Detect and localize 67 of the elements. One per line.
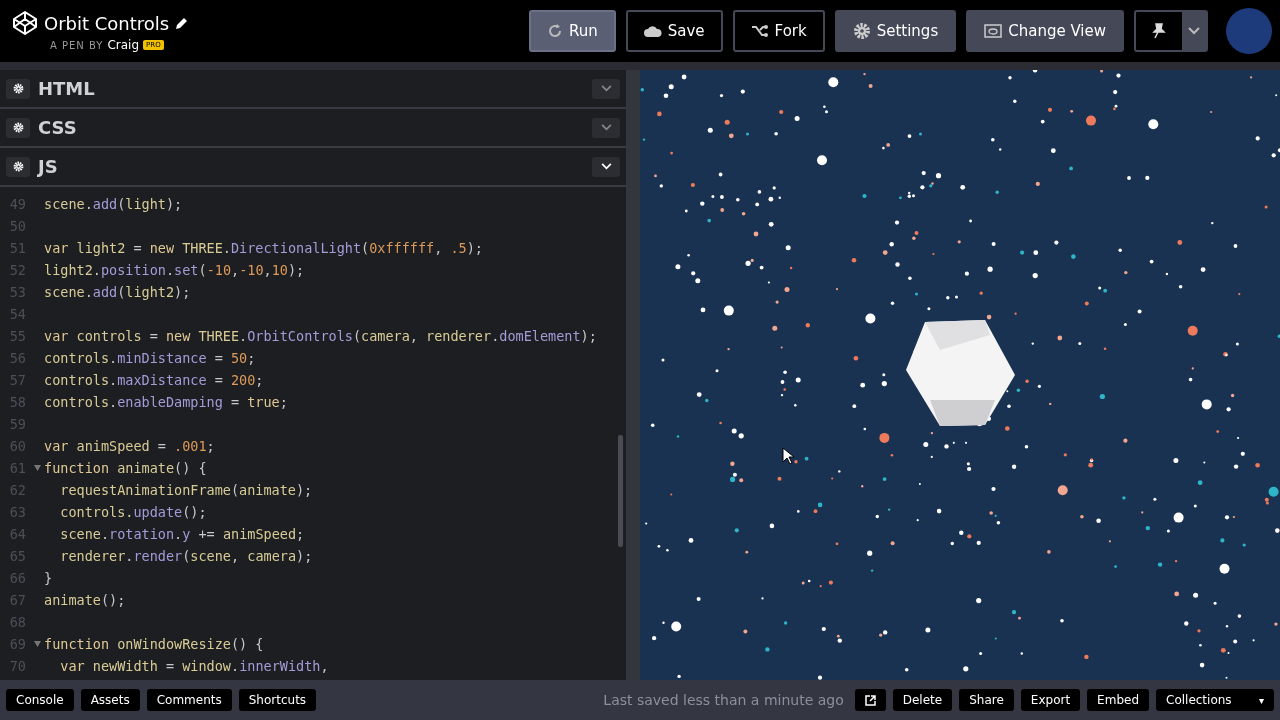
panel-settings-button[interactable] — [6, 78, 30, 99]
collapse-button[interactable] — [592, 156, 620, 177]
byline: A PEN BY — [50, 39, 104, 51]
code-line: controls.maxDistance = 200; — [44, 372, 264, 388]
footer-button[interactable]: Shortcuts — [238, 689, 317, 711]
footer-button[interactable]: Delete — [892, 689, 953, 711]
panel-title: HTML — [38, 78, 96, 99]
code-line: var newWidth = window.innerWidth, — [59, 658, 329, 674]
code-line: controls.enableDamping = true; — [44, 394, 288, 410]
panel-title: CSS — [38, 117, 78, 138]
collections-dropdown[interactable]: Collections ▾ — [1156, 689, 1274, 711]
footer-button[interactable]: Console — [6, 689, 74, 711]
code-line: var light2 = new THREE.DirectionalLight(0xffffff, .5); — [44, 240, 483, 256]
code-line: renderer.render(scene, camera); — [59, 548, 313, 564]
resize-handle[interactable] — [626, 70, 640, 680]
settings-icon — [12, 161, 24, 172]
scrollbar-thumb[interactable] — [618, 435, 623, 547]
cloud-icon — [643, 25, 662, 37]
code-line: var controls = new THREE.OrbitControls(camera, renderer.domElement); — [44, 328, 597, 344]
fork-icon — [750, 24, 769, 38]
code-line: } — [44, 570, 53, 586]
settings-icon — [12, 122, 24, 133]
pencil-icon[interactable] — [175, 16, 189, 30]
panel-settings-button[interactable] — [6, 156, 30, 177]
footer-button[interactable]: Assets — [80, 689, 140, 711]
refresh-icon — [546, 23, 563, 39]
pen-title: Orbit Controls — [44, 12, 170, 34]
chevron-down-icon — [600, 163, 612, 170]
run-button[interactable]: Run — [528, 10, 616, 52]
chevron-down-icon — [1188, 27, 1200, 35]
code-line: animate(); — [44, 592, 126, 608]
panel-title: JS — [38, 156, 59, 177]
pin-button[interactable] — [1136, 12, 1182, 50]
footer-button[interactable]: Comments — [146, 689, 232, 711]
code-line: controls.update(); — [59, 504, 207, 520]
panel-settings-button[interactable] — [6, 117, 30, 138]
code-line: requestAnimationFrame(animate); — [59, 482, 313, 498]
footer-button[interactable]: Export — [1020, 689, 1081, 711]
fold-arrow-icon[interactable] — [33, 465, 41, 471]
external-link-button[interactable] — [854, 689, 886, 711]
code-line: scene.add(light); — [44, 196, 183, 212]
author-link[interactable]: Craig — [107, 38, 140, 52]
settings-icon — [852, 22, 871, 40]
window-eye-icon — [984, 24, 1003, 38]
code-line: scene.rotation.y += animSpeed; — [59, 526, 305, 542]
save-button[interactable]: Save — [625, 10, 723, 52]
code-line: controls.minDistance = 50; — [44, 350, 256, 366]
caret-icon: ▾ — [1258, 694, 1264, 706]
footer-button[interactable]: Embed — [1087, 689, 1149, 711]
cube-logo-icon[interactable] — [12, 10, 38, 36]
settings-button[interactable]: Settings — [834, 10, 957, 52]
chevron-down-icon — [600, 85, 612, 92]
settings-icon — [12, 83, 24, 94]
view-button[interactable]: Change View — [966, 10, 1124, 52]
cursor-icon — [782, 447, 794, 465]
save-status: Last saved less than a minute ago — [603, 692, 844, 708]
fold-arrow-icon[interactable] — [33, 641, 41, 647]
code-line: function onWindowResize() { — [44, 636, 264, 652]
code-line: scene.add(light2); — [44, 284, 191, 300]
code-line: var animSpeed = .001; — [44, 438, 215, 454]
pin-icon — [1152, 23, 1166, 39]
fork-button[interactable]: Fork — [732, 10, 825, 52]
external-link-icon — [864, 694, 876, 706]
code-line: light2.position.set(-10,-10,10); — [44, 262, 305, 278]
footer-button[interactable]: Share — [959, 689, 1014, 711]
code-line: function animate() { — [44, 460, 207, 476]
chevron-down-icon — [600, 124, 612, 131]
